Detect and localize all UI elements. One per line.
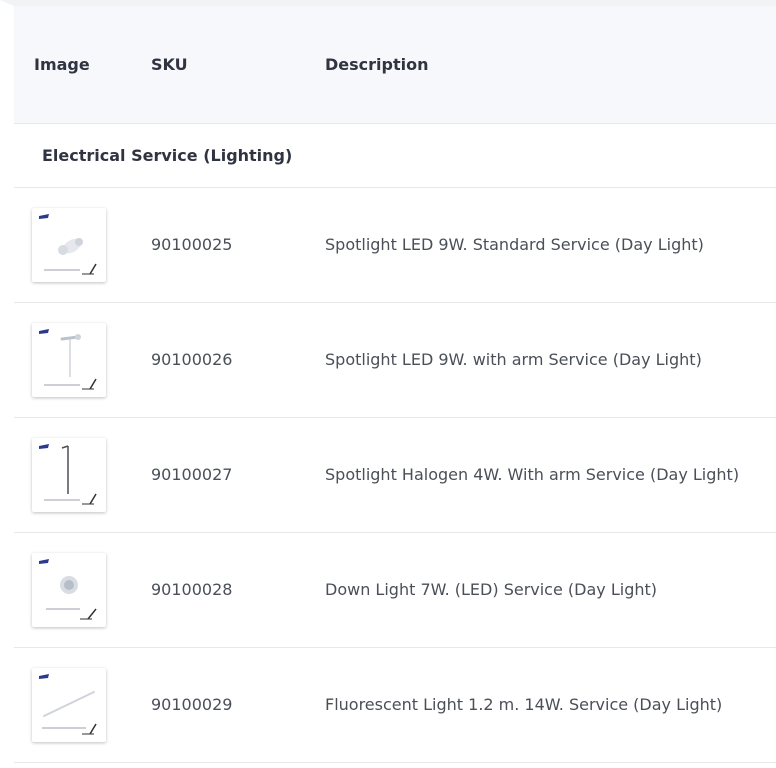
sku-cell: 90100028 [151, 580, 233, 599]
description-cell: Spotlight Halogen 4W. With arm Service (… [325, 465, 740, 484]
fluorescent-tube-icon[interactable] [32, 667, 106, 742]
table-row[interactable]: 90100026 Spotlight LED 9W. with arm Serv… [14, 302, 776, 417]
halogen-arm-icon[interactable] [32, 437, 106, 512]
spotlight-standard-icon[interactable] [32, 207, 106, 282]
description-cell: Spotlight LED 9W. with arm Service (Day … [325, 350, 702, 369]
description-cell: Down Light 7W. (LED) Service (Day Light) [325, 580, 657, 599]
sku-cell: 90100026 [151, 350, 233, 369]
product-table-container: Image SKU Description Electrical Service… [0, 0, 776, 768]
sku-cell: 90100027 [151, 465, 233, 484]
group-title: Electrical Service (Lighting) [42, 145, 293, 165]
table-row[interactable]: 90100027 Spotlight Halogen 4W. With arm … [14, 417, 776, 532]
table-row[interactable]: 90100029 Fluorescent Light 1.2 m. 14W. S… [14, 647, 776, 762]
table-row[interactable]: 90100028 Down Light 7W. (LED) Service (D… [14, 532, 776, 647]
header-sku[interactable]: SKU [151, 6, 325, 123]
table-row[interactable]: 90100025 Spotlight LED 9W. Standard Serv… [14, 187, 776, 302]
table-header-row: Image SKU Description [14, 6, 776, 123]
description-cell: Spotlight LED 9W. Standard Service (Day … [325, 235, 704, 254]
group-row: Electrical Service (Lighting) [14, 123, 776, 187]
sku-cell: 90100025 [151, 235, 233, 254]
spotlight-arm-icon[interactable] [32, 322, 106, 397]
downlight-icon[interactable] [32, 552, 106, 627]
description-cell: Fluorescent Light 1.2 m. 14W. Service (D… [325, 695, 723, 714]
header-description[interactable]: Description [325, 6, 776, 123]
product-table: Image SKU Description Electrical Service… [14, 6, 776, 763]
header-image[interactable]: Image [14, 6, 151, 123]
sku-cell: 90100029 [151, 695, 233, 714]
